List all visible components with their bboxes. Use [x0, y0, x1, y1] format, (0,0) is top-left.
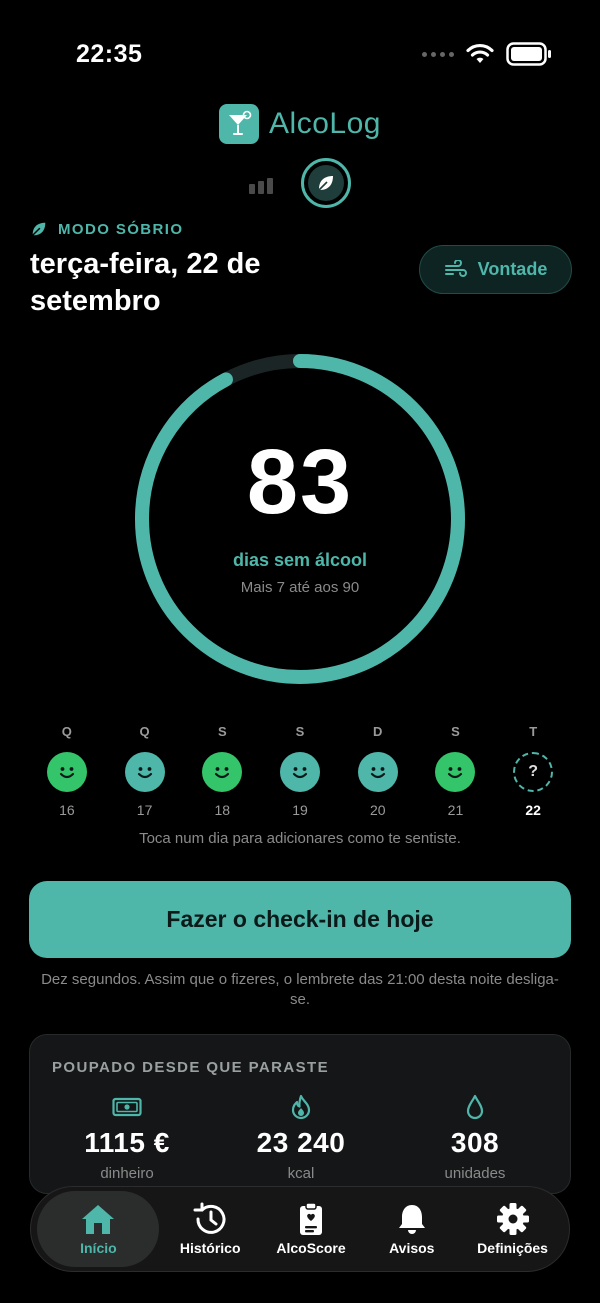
sober-mode-leaf-button[interactable]	[301, 158, 351, 208]
day-letter: Q	[61, 724, 72, 739]
savings-money: 1115 € dinheiro	[42, 1093, 212, 1182]
day-number: 18	[214, 802, 231, 818]
day-letter: T	[529, 724, 538, 739]
savings-card: POUPADO DESDE QUE PARASTE 1115 € dinheir…	[29, 1034, 571, 1194]
day-number: 20	[369, 802, 386, 818]
savings-calories: 23 240 kcal	[216, 1093, 386, 1182]
tab-label: Início	[80, 1240, 117, 1256]
smiley-icon[interactable]	[202, 752, 243, 792]
flame-icon	[291, 1094, 311, 1120]
app-brand: AlcoLog	[0, 104, 600, 144]
unknown-mood-symbol: ?	[528, 763, 539, 780]
week-hint: Toca num dia para adicionares como te se…	[139, 830, 461, 847]
mode-label: MODO SÓBRIO	[30, 220, 183, 238]
status-bar: 22:35	[0, 0, 600, 100]
gear-icon	[496, 1203, 529, 1235]
history-icon	[193, 1202, 226, 1234]
cocktail-logo-icon	[219, 104, 260, 144]
home-icon	[82, 1205, 115, 1234]
status-time: 22:35	[76, 40, 143, 68]
drop-icon	[466, 1094, 484, 1120]
day-item[interactable]: D 20	[339, 724, 417, 818]
checkin-button-label: Fazer o check-in de hoje	[166, 906, 434, 932]
leaf-icon	[32, 222, 46, 236]
day-number: 21	[447, 802, 464, 818]
day-item[interactable]: Q 17	[106, 724, 184, 818]
day-number: 17	[136, 802, 153, 818]
bell-icon	[398, 1205, 425, 1234]
date-title: terça-feira, 22 de setembro	[30, 248, 261, 317]
savings-title: POUPADO DESDE QUE PARASTE	[52, 1059, 329, 1076]
tab-home[interactable]: Início	[37, 1191, 160, 1267]
tab-label: Histórico	[179, 1240, 241, 1256]
wind-icon	[444, 259, 467, 277]
tab-label: Definições	[477, 1240, 548, 1256]
tab-history[interactable]: Histórico	[160, 1191, 260, 1267]
savings-value: 23 240	[256, 1127, 346, 1158]
day-letter: S	[217, 724, 227, 739]
leaf-icon	[308, 165, 344, 201]
savings-value: 1115 €	[84, 1127, 170, 1158]
urge-button-label: Vontade	[477, 259, 548, 279]
day-letter: Q	[139, 724, 150, 739]
signal-dots-icon	[422, 51, 454, 57]
app-name: AlcoLog	[269, 107, 381, 140]
tab-bar: Início Histórico AlcoScore Avisos Defini…	[30, 1186, 570, 1272]
smiley-icon[interactable]	[280, 752, 321, 792]
tab-alcoscore[interactable]: AlcoScore	[261, 1191, 361, 1267]
day-letter: S	[451, 724, 460, 739]
checkin-button[interactable]: Fazer o check-in de hoje	[29, 881, 571, 958]
streak-subtitle: Mais 7 até aos 90	[240, 579, 360, 596]
streak-summary: 83 dias sem álcool Mais 7 até aos 90	[131, 350, 469, 688]
tab-label: AlcoScore	[276, 1240, 346, 1256]
smiley-icon[interactable]	[435, 752, 476, 792]
clipboard-icon	[299, 1202, 322, 1235]
day-item[interactable]: S 18	[183, 724, 261, 818]
mode-label-text: MODO SÓBRIO	[58, 220, 184, 238]
savings-unit: kcal	[287, 1165, 315, 1182]
smiley-icon[interactable]	[124, 752, 165, 792]
day-number: 19	[292, 802, 308, 818]
status-indicators	[422, 42, 552, 66]
money-icon	[112, 1097, 142, 1117]
streak-days: 83	[246, 431, 354, 533]
mode-switch[interactable]	[0, 158, 600, 208]
savings-unit: unidades	[444, 1165, 506, 1182]
tab-label: Avisos	[389, 1240, 435, 1256]
urge-button[interactable]: Vontade	[419, 245, 572, 294]
tab-settings[interactable]: Definições	[463, 1191, 563, 1267]
streak-unit: dias sem álcool	[232, 550, 368, 570]
day-item[interactable]: S 21	[417, 724, 495, 818]
day-item[interactable]: Q 16	[28, 724, 106, 818]
unknown-mood-icon[interactable]: ?	[513, 752, 554, 792]
checkin-note: Dez segundos. Assim que o fizeres, o lem…	[41, 971, 559, 1008]
day-letter: S	[295, 724, 305, 739]
week-mood-strip: Q 16 Q 17 S 18 S 19 D 20 S 21 T ? 22	[28, 724, 572, 818]
day-letter: D	[373, 724, 383, 739]
tab-alerts[interactable]: Avisos	[362, 1191, 462, 1267]
smiley-icon[interactable]	[46, 752, 87, 792]
day-item[interactable]: S 19	[261, 724, 339, 818]
wifi-icon	[466, 43, 494, 63]
day-item-today[interactable]: T ? 22	[494, 724, 572, 818]
day-number: 22	[525, 802, 541, 818]
smiley-icon[interactable]	[357, 752, 398, 792]
savings-value: 308	[450, 1127, 500, 1158]
savings-units: 308 unidades	[390, 1093, 560, 1182]
day-number: 16	[59, 802, 75, 818]
tracking-mode-bars-icon[interactable]	[249, 172, 273, 194]
battery-icon	[506, 42, 551, 66]
savings-unit: dinheiro	[100, 1165, 154, 1182]
